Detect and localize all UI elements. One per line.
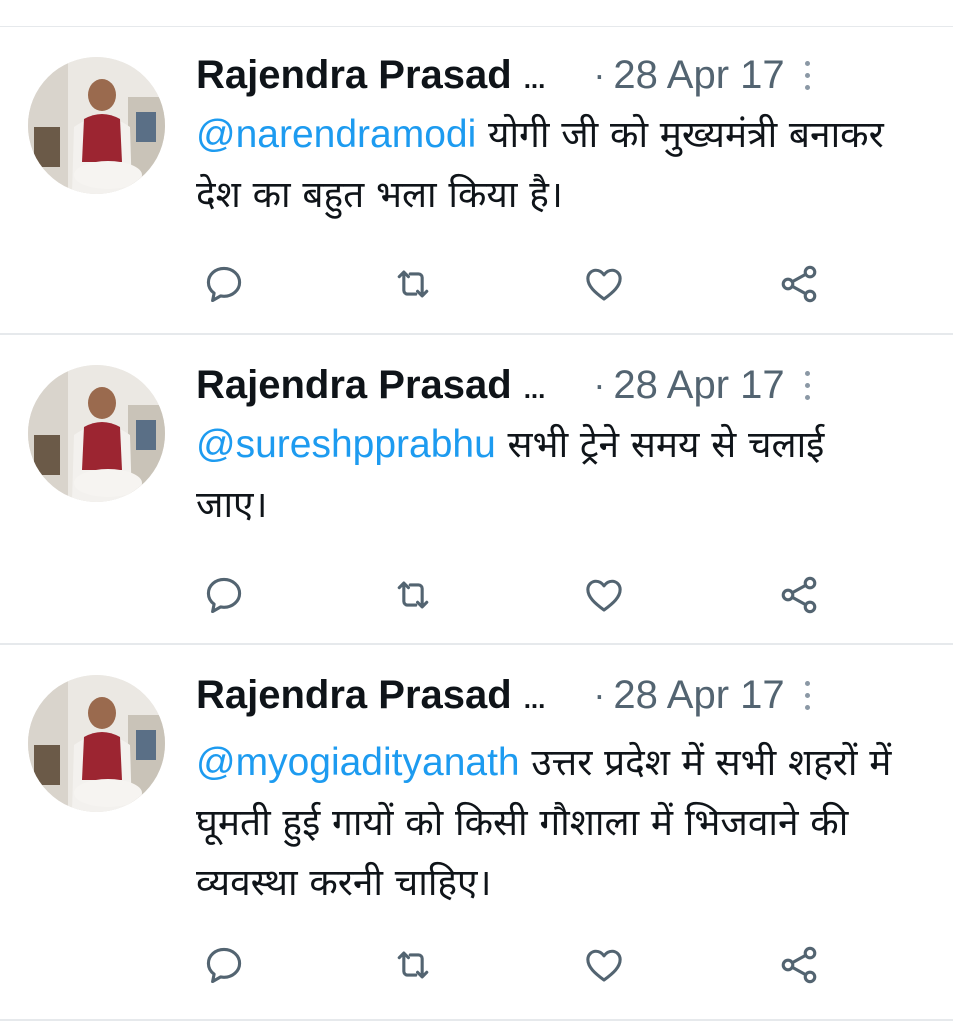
tweet-header: Rajendra Prasad ... · 28 Apr 17 (196, 667, 939, 723)
share-icon[interactable] (776, 942, 822, 988)
retweet-icon[interactable] (390, 942, 436, 988)
author-avatar[interactable] (28, 675, 165, 812)
tweet-date[interactable]: 28 Apr 17 (613, 363, 784, 408)
author-name[interactable]: Rajendra Prasad (196, 363, 512, 408)
separator-dot: · (593, 364, 606, 405)
tweet-2[interactable]: Rajendra Prasad ... · 28 Apr 17 @sureshp… (0, 335, 953, 645)
tweet-3[interactable]: Rajendra Prasad ... · 28 Apr 17 @myogiad… (0, 645, 953, 1021)
like-icon[interactable] (581, 942, 627, 988)
name-truncation: ... (523, 373, 546, 404)
reply-icon[interactable] (201, 942, 247, 988)
reply-icon[interactable] (201, 261, 247, 307)
avatar-photo (28, 57, 165, 194)
mention-link[interactable]: @myogiadityanath (196, 741, 520, 784)
author-name[interactable]: Rajendra Prasad (196, 53, 512, 98)
avatar-photo (28, 675, 165, 812)
tweet-date[interactable]: 28 Apr 17 (613, 53, 784, 98)
more-vertical-icon[interactable] (803, 370, 813, 400)
separator-dot: · (593, 674, 606, 715)
mention-link[interactable]: @narendramodi (196, 113, 476, 156)
tweet-text: @myogiadityanath उत्तर प्रदेश में सभी शह… (196, 733, 941, 913)
avatar-photo (28, 365, 165, 502)
author-avatar[interactable] (28, 365, 165, 502)
tweet-text: @sureshpprabhu सभी ट्रेने समय से चलाई जा… (196, 415, 876, 535)
tweet-text: @narendramodi योगी जी को मुख्यमंत्री बना… (196, 105, 936, 225)
tweet-header: Rajendra Prasad ... · 28 Apr 17 (196, 47, 939, 103)
reply-icon[interactable] (201, 572, 247, 618)
like-icon[interactable] (581, 572, 627, 618)
tweet-date[interactable]: 28 Apr 17 (613, 673, 784, 718)
tweet-actions (0, 572, 953, 618)
separator-dot: · (593, 54, 606, 95)
tweet-header: Rajendra Prasad ... · 28 Apr 17 (196, 357, 939, 413)
retweet-icon[interactable] (390, 572, 436, 618)
share-icon[interactable] (776, 261, 822, 307)
name-truncation: ... (523, 683, 546, 714)
tweet-actions (0, 942, 953, 988)
tweet-actions (0, 261, 953, 307)
mention-link[interactable]: @sureshpprabhu (196, 423, 496, 466)
share-icon[interactable] (776, 572, 822, 618)
tweet-1[interactable]: Rajendra Prasad ... · 28 Apr 17 @narendr… (0, 27, 953, 335)
author-name[interactable]: Rajendra Prasad (196, 673, 512, 718)
like-icon[interactable] (581, 261, 627, 307)
more-vertical-icon[interactable] (803, 60, 813, 90)
more-vertical-icon[interactable] (803, 680, 813, 710)
name-truncation: ... (523, 63, 546, 94)
retweet-icon[interactable] (390, 261, 436, 307)
author-avatar[interactable] (28, 57, 165, 194)
